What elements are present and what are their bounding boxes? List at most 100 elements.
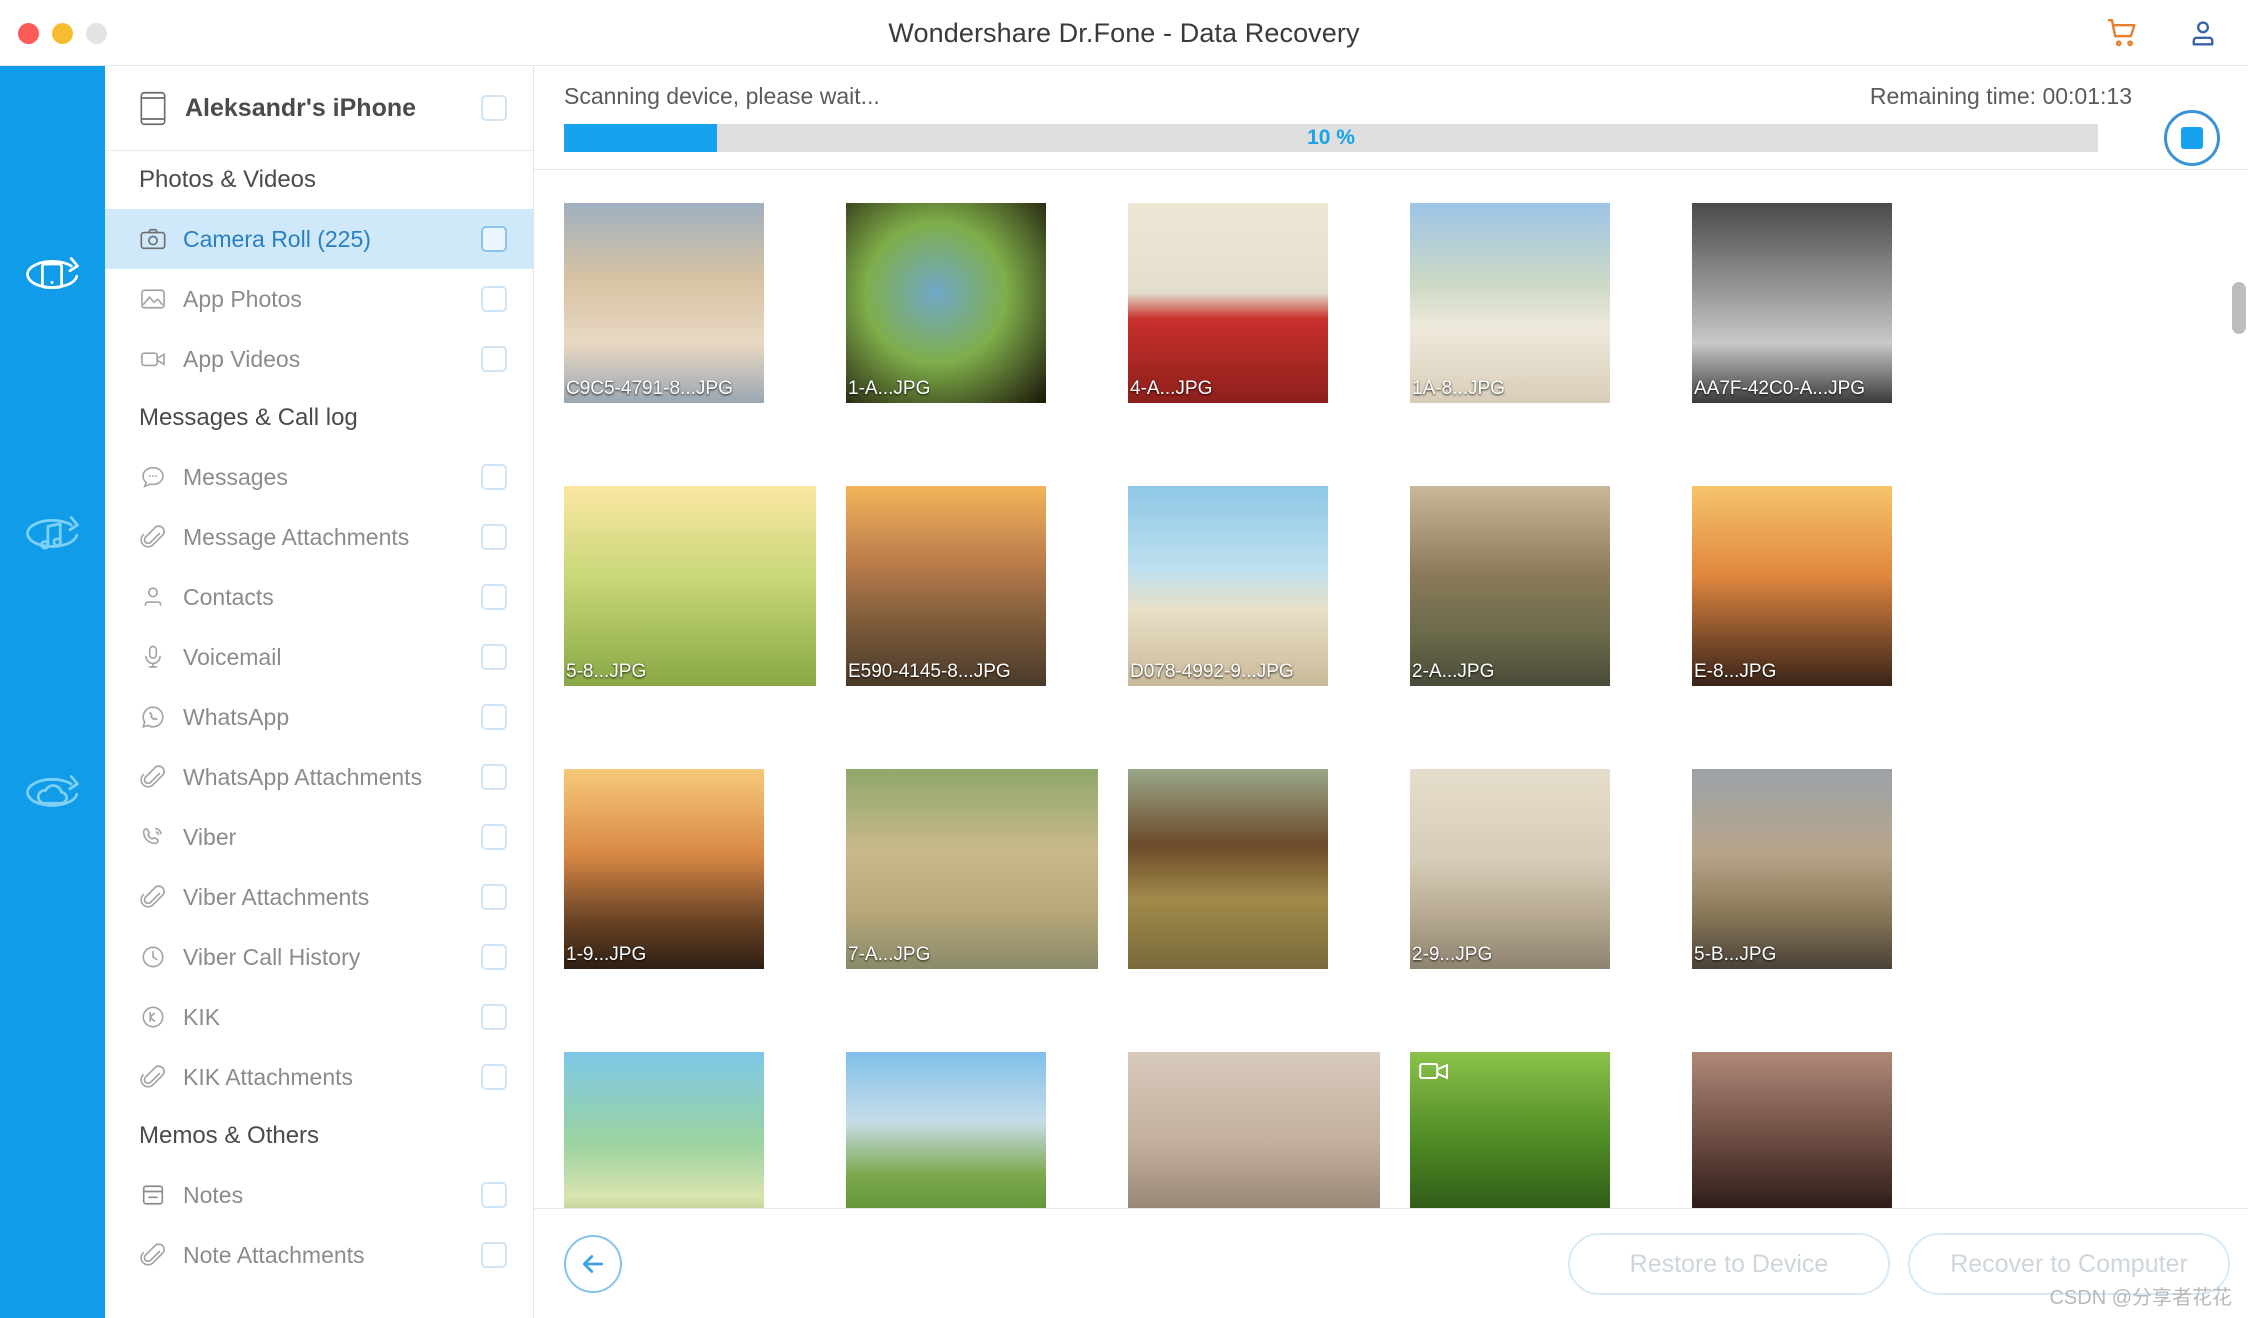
- device-name-label: Aleksandr's iPhone: [185, 93, 417, 122]
- thumbnail-cell[interactable]: E-8...JPG: [1692, 453, 1974, 736]
- grid-scrollbar[interactable]: [2232, 282, 2246, 1208]
- sidebar-item-checkbox-viber-attachments[interactable]: [481, 884, 507, 910]
- thumbnail-image[interactable]: 4-A...JPG: [1128, 203, 1328, 403]
- thumbnail-image[interactable]: 2-A...JPG: [1410, 486, 1610, 686]
- thumbnail-image[interactable]: 5-8...JPG: [564, 486, 816, 686]
- thumbnail-cell[interactable]: 1A-8...JPG: [1410, 170, 1692, 453]
- stop-scan-button[interactable]: [2164, 110, 2220, 166]
- thumbnail-preview: [846, 203, 1046, 403]
- thumbnail-image[interactable]: E-8...JPG: [1692, 486, 1892, 686]
- thumbnail-cell[interactable]: [1692, 1019, 1974, 1208]
- sidebar-item-note-attachments[interactable]: Note Attachments: [105, 1225, 533, 1285]
- microphone-icon: [139, 643, 167, 671]
- restore-to-device-button[interactable]: Restore to Device: [1568, 1233, 1890, 1295]
- thumbnail-image[interactable]: 1-9...JPG: [564, 769, 764, 969]
- sidebar-item-message-attachments[interactable]: Message Attachments: [105, 507, 533, 567]
- sidebar-group-header-messages: Messages & Call log: [139, 404, 358, 431]
- sidebar-item-whatsapp-attachments[interactable]: WhatsApp Attachments: [105, 747, 533, 807]
- sidebar-item-app-photos[interactable]: App Photos: [105, 269, 533, 329]
- sidebar-item-app-videos[interactable]: App Videos: [105, 329, 533, 389]
- sidebar-item-messages[interactable]: Messages: [105, 447, 533, 507]
- sidebar-item-kik-attachments[interactable]: KIK Attachments: [105, 1047, 533, 1107]
- sidebar-item-viber-call-history[interactable]: Viber Call History: [105, 927, 533, 987]
- thumbnail-cell[interactable]: 1-A...JPG: [846, 170, 1128, 453]
- rail-item-recover-from-icloud-backup[interactable]: [19, 762, 85, 828]
- rail-item-recover-from-ios-device[interactable]: [19, 244, 85, 310]
- thumbnail-cell[interactable]: 2-9...JPG: [1410, 736, 1692, 1019]
- sidebar-item-checkbox-app-photos[interactable]: [481, 286, 507, 312]
- thumbnail-image[interactable]: 1-A...JPG: [846, 203, 1046, 403]
- thumbnail-image[interactable]: C9C5-4791-8...JPG: [564, 203, 764, 403]
- thumbnail-image[interactable]: 2-9...JPG: [1410, 769, 1610, 969]
- thumbnail-cell[interactable]: E590-4145-8...JPG: [846, 453, 1128, 736]
- thumbnail-cell[interactable]: [1410, 1019, 1692, 1208]
- thumbnail-image[interactable]: 5-B...JPG: [1692, 769, 1892, 969]
- thumbnail-cell[interactable]: 1-9...JPG: [564, 736, 846, 1019]
- sidebar-item-checkbox-app-videos[interactable]: [481, 346, 507, 372]
- sidebar-item-viber[interactable]: Viber: [105, 807, 533, 867]
- thumbnail-cell[interactable]: D078-4992-9...JPG: [1128, 453, 1410, 736]
- rail-item-recover-from-itunes-backup[interactable]: [19, 503, 85, 569]
- thumbnail-cell[interactable]: [1128, 736, 1410, 1019]
- thumbnail-preview: [1128, 769, 1328, 969]
- shopping-cart-icon[interactable]: [2106, 16, 2140, 50]
- sidebar-item-checkbox-viber-call-history[interactable]: [481, 944, 507, 970]
- thumbnail-filename: 7-A...JPG: [848, 944, 931, 965]
- thumbnail-cell[interactable]: C9C5-4791-8...JPG: [564, 170, 846, 453]
- thumbnail-cell[interactable]: AA7F-42C0-A...JPG: [1692, 170, 1974, 453]
- thumbnail-filename: AA7F-42C0-A...JPG: [1694, 378, 1866, 399]
- device-checkbox[interactable]: [481, 95, 507, 121]
- thumbnail-cell[interactable]: 5-B...JPG: [1692, 736, 1974, 1019]
- thumbnail-image[interactable]: 1-8...JPG: [564, 1052, 764, 1208]
- thumbnail-cell[interactable]: 2-A...JPG: [1410, 453, 1692, 736]
- thumbnail-image[interactable]: 1A-8...JPG: [1410, 203, 1610, 403]
- sidebar-item-label: Note Attachments: [183, 1241, 365, 1268]
- thumbnail-image[interactable]: [1692, 1052, 1892, 1208]
- grid-scrollbar-thumb[interactable]: [2232, 282, 2246, 334]
- user-account-icon[interactable]: [2186, 16, 2220, 50]
- thumbnail-cell[interactable]: 7-A...JPG: [846, 736, 1128, 1019]
- thumbnail-cell[interactable]: 5-8...JPG: [564, 453, 846, 736]
- sidebar-device-row[interactable]: Aleksandr's iPhone: [105, 66, 533, 151]
- sidebar-item-checkbox-note-attachments[interactable]: [481, 1242, 507, 1268]
- sidebar-item-checkbox-messages[interactable]: [481, 464, 507, 490]
- sidebar-item-checkbox-whatsapp-attachments[interactable]: [481, 764, 507, 790]
- sidebar-item-kik[interactable]: KIK: [105, 987, 533, 1047]
- scan-progress-label: 10 %: [1307, 126, 1355, 149]
- thumbnail-image[interactable]: 8-A...JPG: [1128, 1052, 1380, 1208]
- thumbnail-image[interactable]: 8-9...JPG: [846, 1052, 1046, 1208]
- thumbnail-preview: [1410, 769, 1610, 969]
- sidebar-item-checkbox-voicemail[interactable]: [481, 644, 507, 670]
- back-arrow-button[interactable]: [564, 1235, 622, 1293]
- thumbnail-image[interactable]: [1410, 1052, 1610, 1208]
- thumbnail-preview: [846, 769, 1098, 969]
- sidebar-item-checkbox-viber[interactable]: [481, 824, 507, 850]
- thumbnail-image[interactable]: D078-4992-9...JPG: [1128, 486, 1328, 686]
- sidebar-item-checkbox-camera-roll[interactable]: [481, 226, 507, 252]
- sidebar-item-label: Viber Call History: [183, 943, 361, 970]
- sidebar-item-contacts[interactable]: Contacts: [105, 567, 533, 627]
- sidebar-item-checkbox-whatsapp[interactable]: [481, 704, 507, 730]
- sidebar-item-voicemail[interactable]: Voicemail: [105, 627, 533, 687]
- sidebar-item-viber-attachments[interactable]: Viber Attachments: [105, 867, 533, 927]
- viber-icon: [139, 823, 167, 851]
- sidebar-item-camera-roll[interactable]: Camera Roll (225): [105, 209, 533, 269]
- thumbnail-image[interactable]: [1128, 769, 1328, 969]
- thumbnail-cell[interactable]: 8-9...JPG: [846, 1019, 1128, 1208]
- thumbnail-cell[interactable]: 4-A...JPG: [1128, 170, 1410, 453]
- iphone-icon: [139, 91, 167, 126]
- thumbnail-image[interactable]: AA7F-42C0-A...JPG: [1692, 203, 1892, 403]
- sidebar-item-checkbox-kik-attachments[interactable]: [481, 1064, 507, 1090]
- thumbnail-image[interactable]: 7-A...JPG: [846, 769, 1098, 969]
- thumbnail-image[interactable]: E590-4145-8...JPG: [846, 486, 1046, 686]
- sidebar-group-header-photos: Photos & Videos: [139, 166, 317, 193]
- sidebar-item-whatsapp[interactable]: WhatsApp: [105, 687, 533, 747]
- sidebar-item-checkbox-notes[interactable]: [481, 1182, 507, 1208]
- thumbnail-cell[interactable]: 1-8...JPG: [564, 1019, 846, 1208]
- sidebar-item-notes[interactable]: Notes: [105, 1165, 533, 1225]
- sidebar-item-checkbox-kik[interactable]: [481, 1004, 507, 1030]
- sidebar-item-checkbox-message-attachments[interactable]: [481, 524, 507, 550]
- sidebar-item-checkbox-contacts[interactable]: [481, 584, 507, 610]
- thumbnail-cell[interactable]: 8-A...JPG: [1128, 1019, 1410, 1208]
- sidebar-item-label: Voicemail: [183, 643, 282, 670]
